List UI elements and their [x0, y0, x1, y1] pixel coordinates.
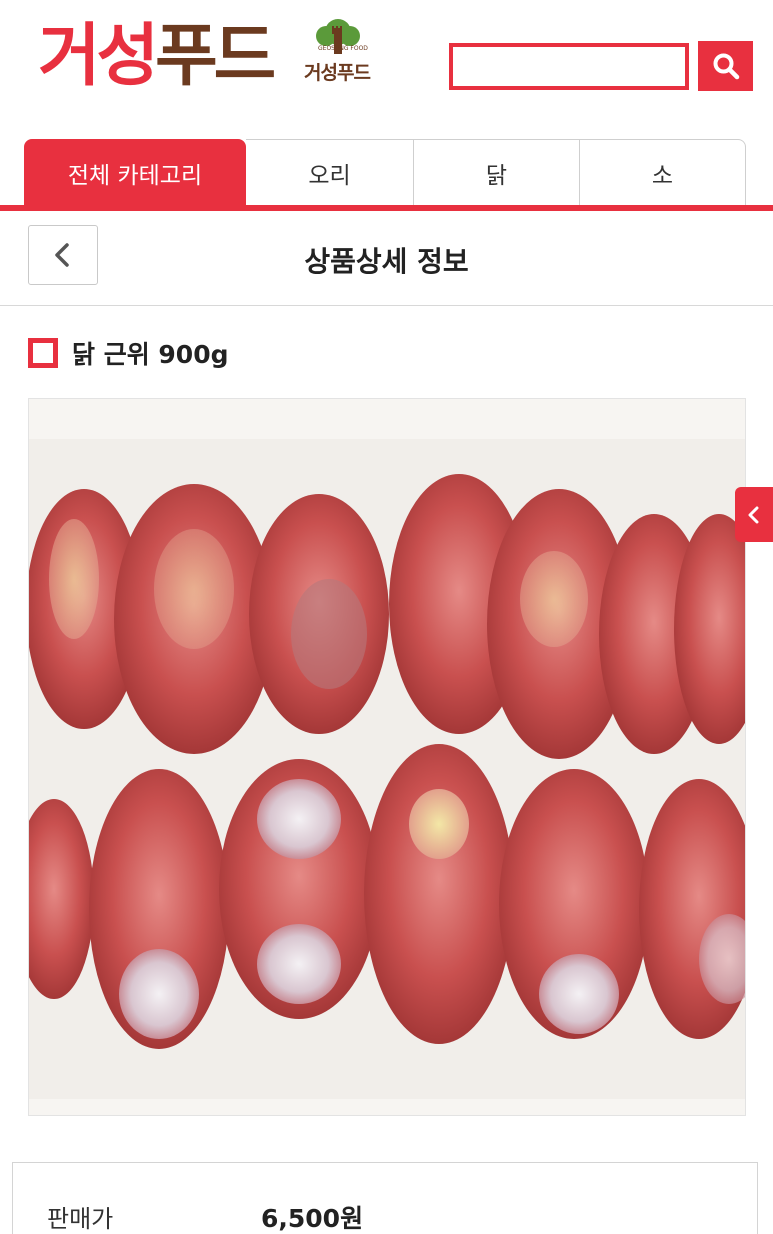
- square-bullet-icon: [28, 338, 58, 368]
- title-bar: 상품상세 정보: [0, 211, 773, 306]
- logo-emblem: GEOSUNG FOOD 거성푸드: [268, 14, 388, 84]
- tab-duck[interactable]: 오리: [246, 139, 414, 205]
- chevron-left-icon: [748, 506, 759, 523]
- logo-wordmark: 거성푸드: [38, 23, 276, 91]
- price-panel: 판매가 6,500원: [12, 1162, 758, 1234]
- side-quick-menu-toggle[interactable]: [735, 487, 773, 542]
- tab-chicken[interactable]: 닭: [414, 139, 580, 205]
- product-image[interactable]: [28, 398, 746, 1116]
- tab-all-categories[interactable]: 전체 카테고리: [24, 139, 246, 205]
- product-name: 닭 근위 900g: [72, 340, 229, 369]
- tree-fork-icon: [316, 19, 360, 54]
- back-button[interactable]: [28, 225, 98, 285]
- category-tabs: 전체 카테고리 오리 닭 소: [24, 139, 746, 205]
- search-field[interactable]: [449, 43, 689, 90]
- logo-small-text: GEOSUNG FOOD: [318, 45, 368, 52]
- page-title: 상품상세 정보: [304, 245, 469, 278]
- logo-subtitle: 거성푸드: [304, 62, 371, 84]
- search-icon: [713, 53, 739, 80]
- price-label: 판매가: [47, 1205, 114, 1233]
- chevron-left-icon: [55, 243, 69, 267]
- tab-beef[interactable]: 소: [580, 139, 746, 205]
- search-button[interactable]: [698, 41, 753, 91]
- price-value: 6,500원: [261, 1204, 364, 1233]
- product-photo: [29, 399, 745, 1115]
- logo-part-brown: 푸드: [155, 17, 276, 96]
- search-input[interactable]: [453, 47, 685, 86]
- brand-logo[interactable]: 거성푸드: [38, 12, 276, 102]
- header: 거성푸드 GEOSUNG FOOD 거성푸드: [0, 0, 773, 120]
- product-title-row: 닭 근위 900g: [28, 335, 229, 371]
- logo-part-red: 거성: [38, 17, 159, 96]
